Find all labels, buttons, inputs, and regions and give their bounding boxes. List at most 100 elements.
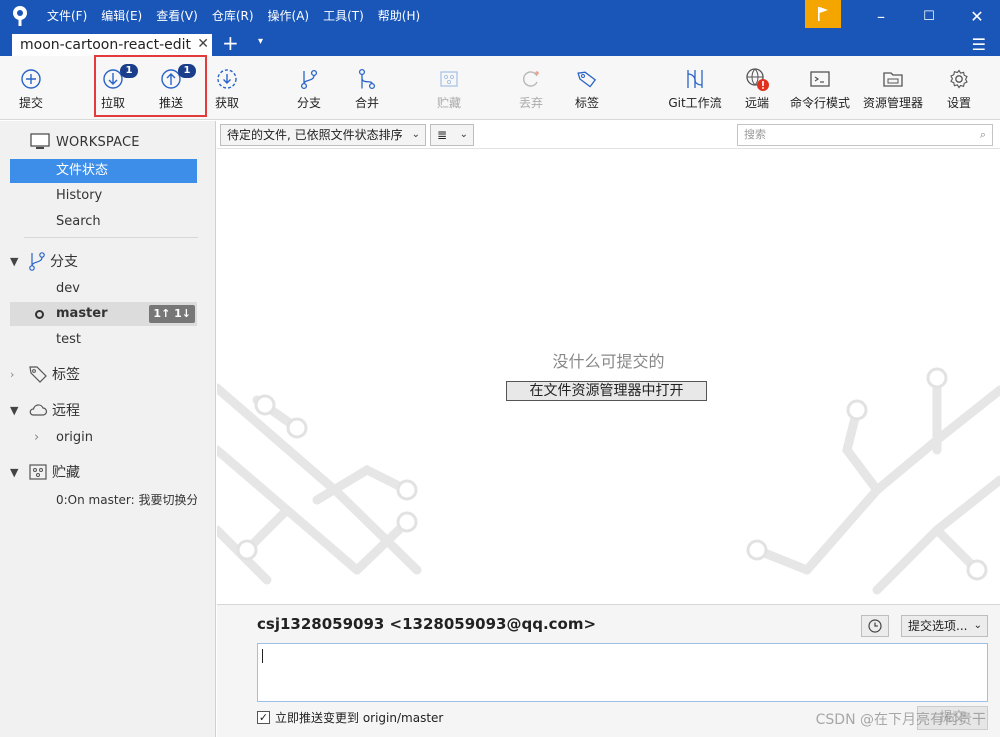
menu-repository[interactable]: 仓库(R): [205, 0, 261, 32]
branch-icon: [300, 69, 318, 90]
globe-alert-icon: [746, 68, 769, 91]
view-mode-dropdown[interactable]: ≣ ⌄: [430, 124, 474, 146]
branch-item-master-label: master: [56, 306, 108, 321]
git-flow-label: Git工作流: [668, 96, 722, 110]
pull-toolbar-button[interactable]: 1 拉取: [96, 64, 138, 116]
fetch-toolbar-button[interactable]: 获取: [210, 64, 244, 116]
branch-item-test[interactable]: test: [10, 328, 197, 352]
flag-button[interactable]: [805, 0, 841, 28]
tab-close-icon[interactable]: ✕: [197, 36, 209, 52]
explorer-toolbar-button[interactable]: 资源管理器: [860, 64, 926, 116]
search-input[interactable]: 搜索 ⌕: [737, 124, 993, 146]
menu-file[interactable]: 文件(F): [40, 0, 94, 32]
tag-label: 标签: [574, 96, 599, 110]
repo-tab-title: moon-cartoon-react-edit: [20, 37, 192, 53]
sidebar-section-branches[interactable]: ▼ 分支: [10, 248, 78, 274]
push-toolbar-button[interactable]: 1 推送: [154, 64, 196, 116]
hamburger-menu-icon[interactable]: ☰: [972, 35, 986, 54]
sidebar-item-search[interactable]: Search: [10, 210, 197, 234]
tags-title: 标签: [52, 367, 80, 383]
terminal-label: 命令行模式: [789, 96, 850, 110]
close-window-button[interactable]: ✕: [954, 0, 1000, 32]
background-circuit-pattern: [217, 367, 1000, 595]
tag-icon: [577, 71, 597, 88]
terminal-toolbar-button[interactable]: 命令行模式: [788, 64, 852, 116]
pull-count-badge: 1: [120, 64, 138, 78]
branch-label: 分支: [296, 96, 321, 110]
push-count-badge: 1: [178, 64, 196, 78]
gear-icon: [950, 69, 968, 89]
merge-label: 合并: [354, 96, 379, 110]
menu-edit[interactable]: 编辑(E): [94, 0, 149, 32]
menu-bar: 文件(F) 编辑(E) 查看(V) 仓库(R) 操作(A) 工具(T) 帮助(H…: [40, 0, 427, 32]
discard-label: 丢弃: [518, 96, 543, 110]
file-status-filter-value: 待定的文件, 已依照文件状态排序: [227, 128, 403, 142]
file-status-content: 没什么可提交的 在文件资源管理器中打开: [217, 150, 1000, 604]
repo-tab[interactable]: moon-cartoon-react-edit ✕: [12, 34, 212, 56]
add-tab-button[interactable]: +: [222, 32, 239, 54]
stash-icon: [440, 71, 458, 87]
watermark-text: CSDN @在下月亮有何贵干: [815, 712, 986, 728]
commit-options-label: 提交选项...: [908, 619, 968, 633]
chevron-down-icon: ▼: [10, 403, 19, 417]
remote-item-origin-label: origin: [56, 430, 94, 445]
stash-label: 贮藏: [436, 96, 461, 110]
search-icon: ⌕: [979, 128, 986, 141]
commit-label: 提交: [18, 96, 43, 110]
merge-toolbar-button[interactable]: 合并: [350, 64, 384, 116]
file-status-filter-dropdown[interactable]: 待定的文件, 已依照文件状态排序 ⌄: [220, 124, 426, 146]
chevron-right-icon: ›: [34, 430, 40, 445]
menu-view[interactable]: 查看(V): [149, 0, 205, 32]
remotes-title: 远程: [52, 403, 80, 419]
commit-author: csj1328059093 <1328059093@qq.com>: [257, 615, 597, 633]
branch-item-master[interactable]: master 1↑ 1↓: [10, 302, 197, 326]
sidebar-section-tags[interactable]: › 标签: [10, 361, 80, 387]
open-in-explorer-button[interactable]: 在文件资源管理器中打开: [506, 381, 707, 401]
flag-icon: [818, 7, 828, 21]
toolbar: 提交 1 拉取 1 推送 获取 分支 合并 贮藏 丢弃 标签 Git工作流 远端: [0, 56, 1000, 120]
branch-icon: [29, 252, 45, 271]
tab-dropdown-button[interactable]: ▾: [258, 36, 263, 47]
settings-toolbar-button[interactable]: 设置: [942, 64, 976, 116]
cloud-icon: [29, 404, 48, 416]
sidebar-section-stashes[interactable]: ▼ 贮藏: [10, 459, 80, 485]
minimize-button[interactable]: –: [858, 0, 904, 32]
chevron-down-icon: ▼: [10, 465, 19, 479]
sidebar-item-history[interactable]: History: [10, 184, 197, 208]
git-flow-toolbar-button[interactable]: Git工作流: [664, 64, 726, 116]
branch-toolbar-button[interactable]: 分支: [292, 64, 326, 116]
push-immediately-label: 立即推送变更到 origin/master: [275, 711, 444, 725]
workspace-title: WORKSPACE: [56, 134, 140, 150]
menu-help[interactable]: 帮助(H): [371, 0, 427, 32]
remote-item-origin[interactable]: › origin: [10, 426, 197, 450]
fetch-label: 获取: [214, 96, 239, 110]
search-placeholder: 搜索: [744, 128, 766, 141]
commit-history-button[interactable]: [861, 615, 889, 637]
fetch-icon: [217, 69, 237, 89]
commit-options-dropdown[interactable]: 提交选项... ⌄: [901, 615, 988, 637]
chevron-right-icon: ›: [10, 367, 15, 381]
stash-item[interactable]: 0:On master: 我要切换分支: [10, 488, 197, 512]
app-logo-icon: [0, 0, 40, 32]
plus-circle-icon: [21, 69, 41, 89]
branch-item-dev[interactable]: dev: [10, 277, 197, 301]
tag-toolbar-button[interactable]: 标签: [570, 64, 604, 116]
menu-actions[interactable]: 操作(A): [261, 0, 317, 32]
commit-message-input[interactable]: [257, 643, 988, 702]
stash-icon: [29, 464, 47, 480]
commit-toolbar-button[interactable]: 提交: [14, 64, 48, 116]
push-immediately-option[interactable]: ✓ 立即推送变更到 origin/master: [257, 709, 443, 726]
sidebar-item-file-status[interactable]: 文件状态: [10, 159, 197, 183]
discard-toolbar-button[interactable]: 丢弃: [514, 64, 548, 116]
stash-toolbar-button[interactable]: 贮藏: [432, 64, 466, 116]
push-immediately-checkbox[interactable]: ✓: [257, 711, 270, 724]
maximize-button[interactable]: ☐: [906, 0, 952, 32]
sidebar-section-remotes[interactable]: ▼ 远程: [10, 397, 80, 423]
stashes-title: 贮藏: [52, 465, 80, 481]
remote-label: 远端: [744, 96, 769, 110]
remote-toolbar-button[interactable]: 远端: [740, 64, 774, 116]
chevron-down-icon: ⌄: [973, 620, 982, 631]
menu-tools[interactable]: 工具(T): [316, 0, 371, 32]
branches-title: 分支: [50, 254, 78, 270]
terminal-icon: [810, 71, 830, 87]
